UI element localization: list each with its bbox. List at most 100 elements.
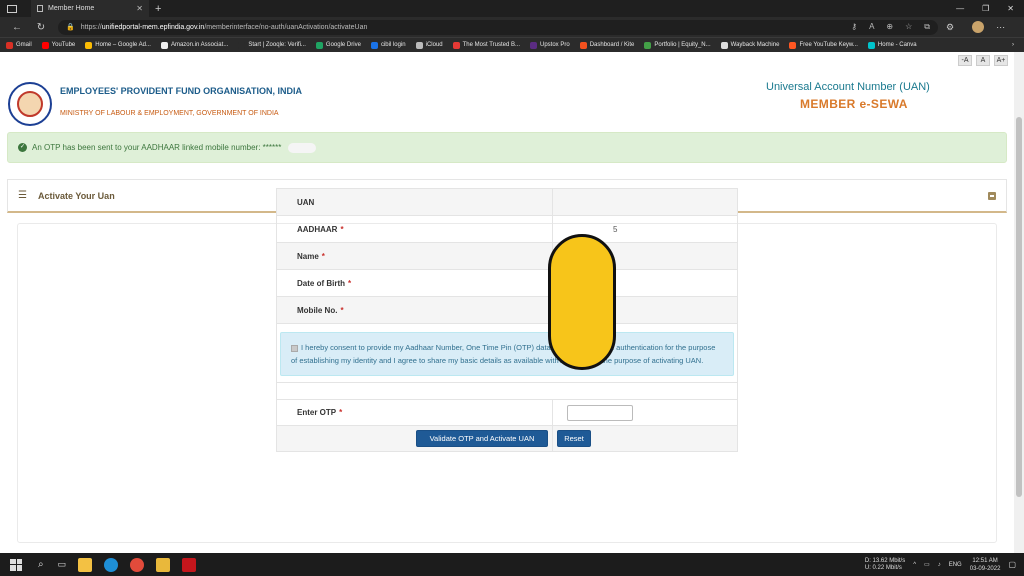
bookmark-item[interactable]: Google Drive <box>315 41 361 49</box>
bookmark-item[interactable]: Gmail <box>6 41 32 49</box>
uan-value <box>553 189 737 215</box>
bookmark-item[interactable]: Start | Zooqle: Verifi... <box>238 41 306 49</box>
browser-tab-strip: Member Home ✕ + — ❐ ✕ <box>0 0 1024 17</box>
chevron-up-icon[interactable]: ^ <box>913 562 916 568</box>
form-row-aadhaar: AADHAAR * 5 <box>277 216 737 243</box>
form-row-otp: Enter OTP * <box>277 399 737 426</box>
site-header: EMPLOYEES' PROVIDENT FUND ORGANISATION, … <box>0 52 1014 126</box>
task-view-icon[interactable]: ▭ <box>58 559 67 570</box>
bookmark-icon <box>530 41 537 49</box>
back-icon[interactable]: ← <box>10 22 24 33</box>
form-row-name: Name * <box>277 243 737 270</box>
bookmark-icon <box>720 41 728 49</box>
form-row-dob: Date of Birth * <box>277 270 737 297</box>
bookmark-icon <box>160 41 168 49</box>
required-mark: * <box>340 224 344 234</box>
bookmark-item[interactable]: iCloud <box>415 41 443 49</box>
language-indicator[interactable]: ENG <box>949 562 962 568</box>
required-mark: * <box>340 305 344 315</box>
collapse-icon[interactable] <box>988 191 996 200</box>
bookmark-item[interactable]: Free YouTube Keyw... <box>789 41 858 49</box>
bookmark-item[interactable]: Amazon.in Associat... <box>160 41 228 49</box>
menu-lines-icon: ☰ <box>18 190 27 201</box>
file-explorer-icon[interactable] <box>78 557 93 572</box>
page-icon <box>37 5 43 12</box>
otp-label: Enter OTP * <box>277 400 553 425</box>
mobile-label: Mobile No. * <box>277 297 553 323</box>
restore-icon[interactable]: ❐ <box>982 4 989 13</box>
form-row-mobile: Mobile No. * <box>277 297 737 324</box>
bookmark-item[interactable]: Wayback Machine <box>720 41 779 49</box>
reset-button[interactable]: Reset <box>557 430 591 447</box>
bookmark-icon <box>867 41 875 49</box>
favorite-icon[interactable]: ☆ <box>905 22 912 32</box>
volume-icon[interactable]: ♪ <box>938 562 941 568</box>
network-icon[interactable]: ▭ <box>924 561 930 568</box>
redacted-mask <box>288 142 317 153</box>
new-tab-button[interactable]: + <box>155 3 161 15</box>
acrobat-icon[interactable] <box>182 557 197 572</box>
epfo-logo <box>8 82 52 126</box>
zoom-icon[interactable]: ⊕ <box>886 22 893 32</box>
consent-box: I hereby consent to provide my Aadhaar N… <box>280 332 734 376</box>
dob-label: Date of Birth * <box>277 270 553 296</box>
tab-actions-icon[interactable] <box>7 4 17 13</box>
url-field[interactable]: 🔒 https://unifiedportal-mem.epfindia.gov… <box>58 19 938 35</box>
bookmark-item[interactable]: Dashboard / Kite <box>579 41 634 49</box>
consent-section: I hereby consent to provide my Aadhaar N… <box>277 324 737 383</box>
name-label: Name * <box>277 243 553 269</box>
refresh-icon[interactable]: ↻ <box>34 22 48 33</box>
edge-icon[interactable] <box>104 557 119 572</box>
browser-tab[interactable]: Member Home ✕ <box>31 0 149 17</box>
bookmark-item[interactable]: Home – Google Ad... <box>85 41 151 49</box>
collections-icon[interactable]: ⧉ <box>924 22 930 32</box>
bookmark-icon <box>6 41 13 49</box>
chevron-right-icon[interactable]: › <box>1012 42 1014 48</box>
lock-icon: 🔒 <box>66 24 75 31</box>
windows-start-icon[interactable] <box>10 558 22 571</box>
scrollbar-thumb[interactable] <box>1016 117 1022 497</box>
address-toolbar: ← ↻ 🔒 https://unifiedportal-mem.epfindia… <box>0 17 1024 37</box>
esewa-heading: MEMBER e-SEWA <box>800 97 908 111</box>
clock[interactable]: 12:51 AM 03-09-2022 <box>970 557 1001 573</box>
close-tab-icon[interactable]: ✕ <box>136 4 143 13</box>
extensions-icon[interactable]: ⚙ <box>946 22 954 33</box>
page-scrollbar[interactable] <box>1014 52 1024 553</box>
bookmark-item[interactable]: The Most Trusted B... <box>452 41 520 49</box>
bookmark-item[interactable]: cibil login <box>370 41 406 49</box>
windows-taskbar: ⌕ ▭ D: 13.62 Mbit/s U: 0.22 Mbit/s ^ ▭ ♪… <box>0 553 1024 576</box>
alert-message: An OTP has been sent to your AADHAAR lin… <box>32 143 282 152</box>
uan-label: UAN <box>277 189 553 215</box>
validate-otp-button[interactable]: Validate OTP and Activate UAN <box>416 430 548 447</box>
aadhaar-label: AADHAAR * <box>277 216 553 242</box>
bookmark-icon <box>370 41 378 49</box>
close-window-icon[interactable]: ✕ <box>1007 4 1014 13</box>
bookmark-icon <box>789 41 797 49</box>
url-host: unifiedportal-mem.epfindia.gov.in <box>101 23 205 31</box>
system-tray: D: 13.62 Mbit/s U: 0.22 Mbit/s ^ ▭ ♪ ENG… <box>865 557 1024 573</box>
bookmark-item[interactable]: YouTube <box>41 41 75 49</box>
otp-input[interactable] <box>567 405 633 421</box>
redaction-overlay <box>548 234 616 370</box>
folder-icon[interactable] <box>156 557 171 572</box>
chrome-icon[interactable] <box>130 557 145 572</box>
bookmark-item[interactable]: Upstox Pro <box>530 41 570 49</box>
window-controls: — ❐ ✕ <box>956 0 1024 17</box>
notification-icon[interactable]: ▢ <box>1008 560 1016 569</box>
consent-checkbox[interactable] <box>291 344 298 352</box>
org-subtitle: MINISTRY OF LABOUR & EMPLOYMENT, GOVERNM… <box>60 110 279 117</box>
bookmark-icon <box>452 41 460 49</box>
bookmark-item[interactable]: Home - Canva <box>867 41 917 49</box>
search-icon[interactable]: ⌕ <box>38 559 44 570</box>
url-path: /memberinterface/no-auth/uanActivation/a… <box>204 23 368 31</box>
form-actions: Validate OTP and Activate UAN Reset <box>277 426 737 451</box>
read-aloud-icon[interactable]: A <box>869 22 874 32</box>
profile-avatar[interactable] <box>972 21 985 33</box>
minimize-icon[interactable]: — <box>956 4 964 13</box>
bookmark-icon <box>238 41 246 49</box>
menu-icon[interactable]: ⋯ <box>996 22 1005 33</box>
key-icon[interactable]: ⚷ <box>851 22 857 32</box>
panel-title: Activate Your Uan <box>38 190 115 201</box>
uan-heading: Universal Account Number (UAN) <box>766 81 930 93</box>
bookmark-item[interactable]: Portfolio | Equity_N... <box>644 41 711 49</box>
